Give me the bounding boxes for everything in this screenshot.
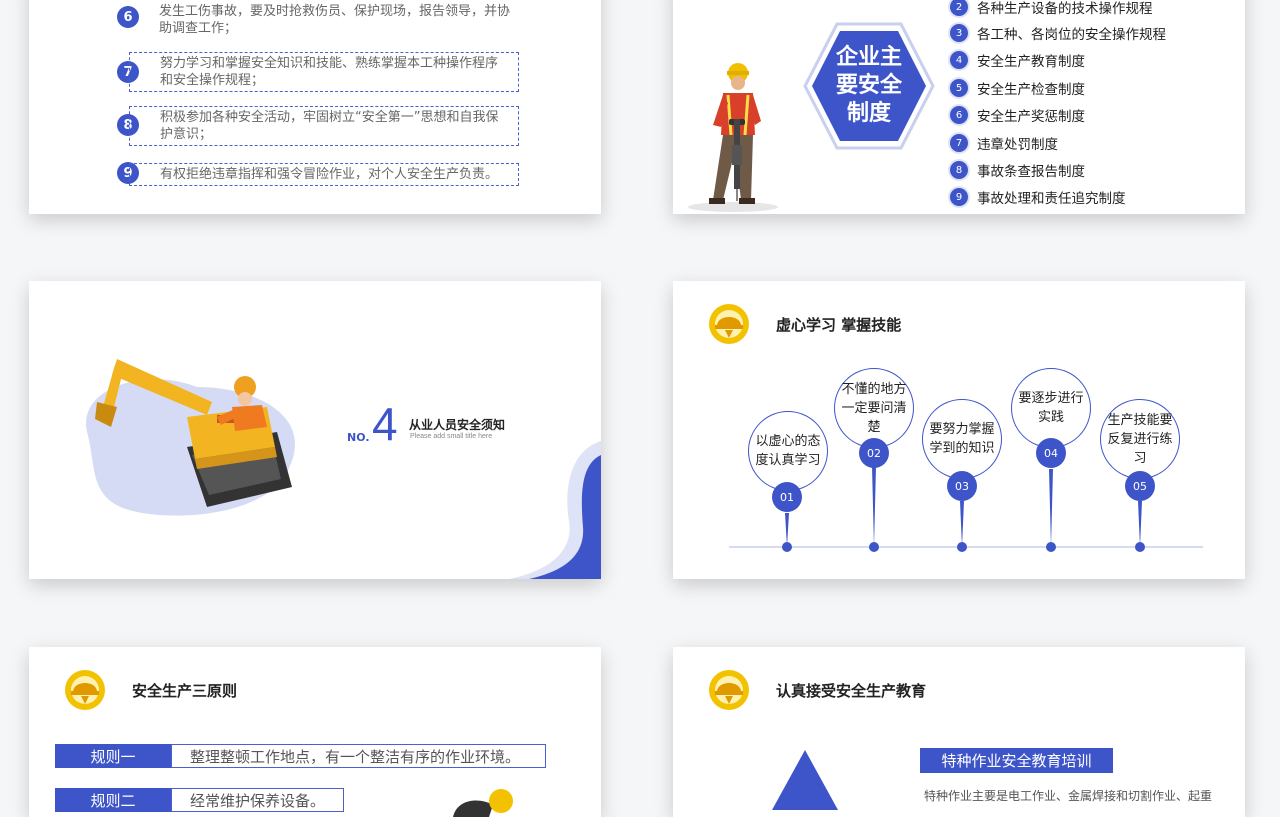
hexagon-title-line: 要安全 (835, 73, 902, 98)
step-number: 03 (947, 471, 977, 501)
rule-text: 经常维护保养设备。 (171, 788, 344, 812)
system-item: 9 事故处理和责任追究制度 (950, 187, 1126, 207)
system-item: 2 各种生产设备的技术操作规程 (950, 0, 1153, 17)
system-item-label: 安全生产检查制度 (977, 82, 1085, 98)
system-item-number: 6 (950, 106, 968, 124)
system-item: 5 安全生产检查制度 (950, 78, 1085, 98)
step-bubble: 要逐步进行实践 (1011, 368, 1091, 448)
hexagon-title-line: 制度 (846, 101, 891, 126)
system-item-label: 各种生产设备的技术操作规程 (977, 1, 1153, 17)
step-number: 05 (1125, 471, 1155, 501)
duty-item-label: 努力学习和掌握安全知识和技能、熟练掌握本工种操作程序和安全操作规程； (160, 56, 499, 88)
slide-safety-education[interactable]: 认真接受安全生产教育 特种作业安全教育培训 特种作业主要是电工作业、金属焊接和切… (673, 647, 1245, 817)
system-item-number: 9 (950, 188, 968, 206)
system-item-number: 2 (950, 0, 968, 16)
system-item: 7 违章处罚制度 (950, 133, 1058, 153)
rule-label: 规则一 (55, 744, 171, 768)
system-item-label: 安全生产奖惩制度 (977, 109, 1085, 125)
duty-item-box: 有权拒绝违章指挥和强令冒险作业，对个人安全生产负责。 (129, 163, 519, 186)
slide-worker-duties[interactable]: 6 发生工伤事故，要及时抢救伤员、保护现场，报告领导，并协助调查工作； 7 努力… (29, 0, 601, 214)
system-item-label: 安全生产教育制度 (977, 54, 1085, 70)
hexagon-title-line: 企业主 (835, 45, 902, 70)
system-item-number: 5 (950, 79, 968, 97)
slide-three-principles[interactable]: 安全生产三原则 规则一 整理整顿工作地点，有一个整洁有序的作业环境。 规则二 经… (29, 647, 601, 817)
system-item-number: 8 (950, 161, 968, 179)
decorative-wave-shape (509, 441, 601, 579)
slide-section-four[interactable]: NO. 4 从业人员安全须知 Please add small title he… (29, 281, 601, 579)
education-badge: 特种作业安全教育培训 (920, 748, 1113, 773)
duty-item-label: 积极参加各种安全活动，牢固树立“安全第一”思想和自我保护意识； (160, 110, 499, 142)
slide-safety-systems[interactable]: 企业主 要安全 制度 2 各种生产设备的技术操作规程 3 各工种、各岗位的安全操作规… (673, 0, 1245, 214)
duty-item-label: 发生工伤事故，要及时抢救伤员、保护现场，报告领导，并协助调查工作； (159, 4, 511, 36)
enterprise-system-hexagon: 企业主 要安全 制度 (803, 22, 935, 154)
excavator-illustration (86, 359, 295, 516)
step-bubble: 要努力掌握学到的知识 (922, 399, 1002, 479)
section-number: 4 (372, 398, 398, 450)
system-item-label: 事故条查报告制度 (977, 164, 1085, 180)
system-item-label: 事故处理和责任追究制度 (977, 191, 1126, 207)
safety-helmet-logo-icon (709, 670, 749, 710)
system-item-label: 违章处罚制度 (977, 137, 1058, 153)
system-item: 4 安全生产教育制度 (950, 50, 1085, 70)
triangle-shape (772, 750, 838, 810)
section-no-label: NO. (347, 431, 370, 444)
system-item: 3 各工种、各岗位的安全操作规程 (950, 23, 1166, 43)
education-paragraph: 特种作业主要是电工作业、金属焊接和切割作业、起重 (924, 789, 1213, 803)
decorative-helmet-icon (453, 789, 513, 817)
step-number: 04 (1036, 438, 1066, 468)
step-number: 01 (772, 482, 802, 512)
rule-text: 整理整顿工作地点，有一个整洁有序的作业环境。 (171, 744, 546, 768)
hexagon-title: 企业主 要安全 制度 (803, 22, 935, 150)
system-item-number: 4 (950, 51, 968, 69)
step-bubble: 以虚心的态度认真学习 (748, 411, 828, 491)
system-item: 8 事故条查报告制度 (950, 160, 1085, 180)
duty-item-box: 积极参加各种安全活动，牢固树立“安全第一”思想和自我保护意识； (129, 106, 519, 146)
rule-label: 规则二 (55, 788, 171, 812)
step-bubble: 生产技能要反复进行练习 (1100, 399, 1180, 479)
duty-item-box: 努力学习和掌握安全知识和技能、熟练掌握本工种操作程序和安全操作规程； (129, 52, 519, 92)
slide-title: 认真接受安全生产教育 (776, 682, 927, 700)
duty-item-label: 有权拒绝违章指挥和强令冒险作业，对个人安全生产负责。 (160, 167, 499, 182)
step-number: 02 (859, 438, 889, 468)
system-item: 6 安全生产奖惩制度 (950, 105, 1085, 125)
duty-item-text: 发生工伤事故，要及时抢救伤员、保护现场，报告领导，并协助调查工作； (129, 1, 519, 41)
slide-learn-skills[interactable]: 虚心学习 掌握技能 以虚心的态度认真学习 01 不懂的地方一定要问清楚 02 要… (673, 281, 1245, 579)
system-item-number: 3 (950, 24, 968, 42)
safety-helmet-logo-icon (65, 670, 105, 710)
system-item-label: 各工种、各岗位的安全操作规程 (977, 27, 1166, 43)
system-item-number: 7 (950, 134, 968, 152)
construction-worker-illustration (688, 63, 778, 212)
step-bubble: 不懂的地方一定要问清楚 (834, 368, 914, 448)
slide-title: 安全生产三原则 (132, 682, 238, 700)
